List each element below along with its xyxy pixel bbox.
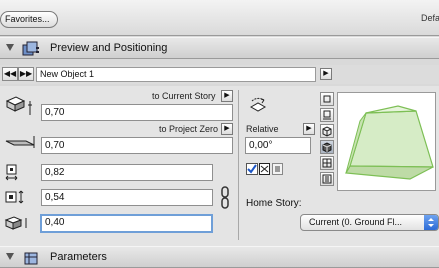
relative-menu-button[interactable]: ▶: [303, 123, 315, 135]
preview-section-title: Preview and Positioning: [50, 42, 168, 54]
preview-section-header[interactable]: Preview and Positioning: [0, 37, 439, 59]
view-side-button[interactable]: [320, 108, 334, 122]
view-3d-button[interactable]: [320, 140, 334, 154]
prev-object-button[interactable]: ◀◀: [2, 67, 18, 81]
mirror-y-icon[interactable]: [272, 163, 283, 175]
object-selector-row: ◀◀ ▶▶ New Object 1 ▶: [0, 65, 439, 84]
favorites-button[interactable]: Favorites...: [0, 11, 58, 28]
object-name-field[interactable]: New Object 1: [36, 67, 316, 82]
mirror-x-icon[interactable]: [259, 163, 270, 175]
default-label: Defa: [421, 13, 439, 23]
height-icon: [4, 216, 27, 230]
panel-divider: [238, 90, 239, 240]
view-plan-button[interactable]: [320, 92, 334, 106]
to-project-zero-label: to Project Zero: [159, 124, 219, 134]
parameters-section-header[interactable]: Parameters: [0, 246, 439, 268]
depth-icon: [5, 190, 24, 204]
rotation-angle-field[interactable]: 0,00°: [245, 137, 311, 154]
depth-field[interactable]: 0,54: [41, 189, 213, 206]
height-field[interactable]: 0,40: [40, 214, 213, 233]
current-story-menu-button[interactable]: ▶: [221, 90, 233, 102]
next-object-button[interactable]: ▶▶: [18, 67, 34, 81]
view-section-button[interactable]: [320, 156, 334, 170]
object-menu-arrow-button[interactable]: ▶: [320, 68, 332, 80]
dropdown-arrow-icon: [424, 215, 438, 230]
elevation-zero-icon: [5, 136, 35, 148]
home-story-label: Home Story:: [246, 198, 302, 209]
relative-label: Relative: [246, 124, 279, 134]
view-axonometric-button[interactable]: [320, 124, 334, 138]
view-list-button[interactable]: [320, 172, 334, 186]
chain-link-icon[interactable]: [219, 186, 231, 210]
collapse-triangle-icon[interactable]: [6, 44, 14, 51]
project-zero-menu-button[interactable]: ▶: [221, 123, 233, 135]
width-icon: [5, 164, 18, 181]
parameters-icon: [24, 252, 38, 265]
rotation-icon: [249, 97, 267, 112]
object-settings-icon: [22, 41, 39, 56]
home-story-dropdown[interactable]: Current (0. Ground Fl...: [300, 214, 439, 231]
to-current-story-label: to Current Story: [152, 91, 216, 101]
object-3d-preview[interactable]: [337, 92, 436, 191]
frustum-preview-shape: [345, 105, 434, 180]
elevation-story-icon: [5, 96, 32, 115]
top-toolbar: Favorites... Defa: [0, 0, 439, 36]
parameters-section-title: Parameters: [50, 251, 107, 263]
home-story-selected: Current (0. Ground Fl...: [309, 217, 403, 227]
collapse-triangle-icon[interactable]: [6, 253, 14, 260]
width-field[interactable]: 0,82: [41, 164, 213, 181]
to-current-story-field[interactable]: 0,70: [41, 104, 233, 121]
rotation-checkbox-icon[interactable]: [246, 163, 258, 175]
to-project-zero-field[interactable]: 0,70: [41, 137, 233, 154]
